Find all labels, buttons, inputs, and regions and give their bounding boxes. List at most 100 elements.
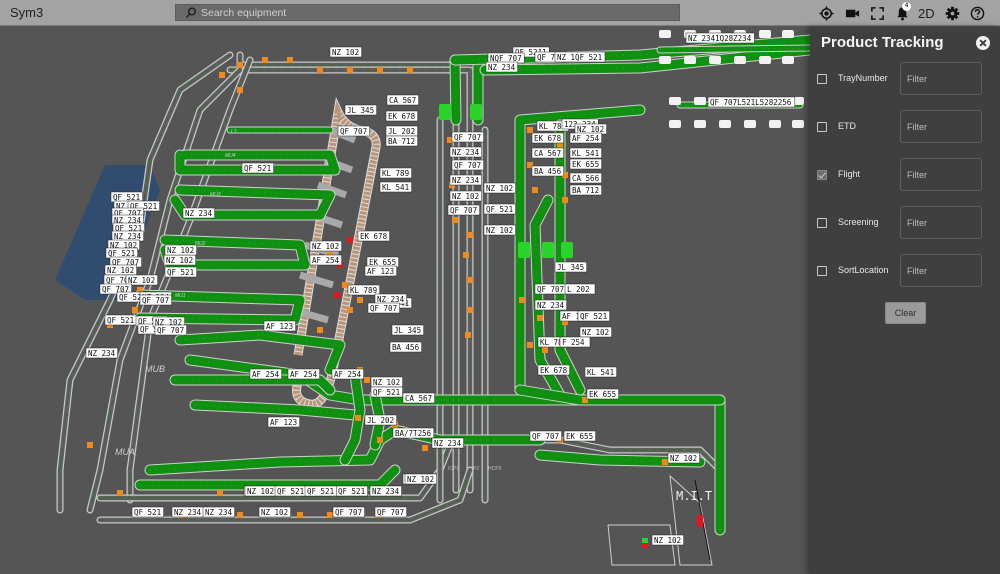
screening-machine-4[interactable] (561, 242, 573, 258)
screening-checkbox[interactable] (817, 218, 827, 228)
tray-18[interactable] (132, 307, 138, 313)
flight-tag[interactable]: AF 254 (309, 254, 342, 266)
etd-checkbox[interactable] (817, 122, 827, 132)
flight-tag[interactable]: NZ 102 (651, 534, 684, 546)
flight-tag[interactable]: EK 655 (366, 256, 399, 268)
gate-d-0[interactable] (669, 97, 681, 105)
flight-tag[interactable]: BA 712 (385, 135, 418, 147)
flight-tag[interactable]: EK 655 (586, 388, 619, 400)
gate-b-5[interactable] (782, 30, 794, 38)
tray-42[interactable] (527, 342, 533, 348)
flight-tag[interactable]: QF 521 (104, 314, 137, 326)
traynumber-filter-input[interactable] (900, 62, 982, 95)
flight-tag[interactable]: AF 254 (249, 368, 282, 380)
gate-c-5[interactable] (792, 120, 804, 128)
flight-tag[interactable]: QF 707 (337, 125, 370, 137)
flight-tag[interactable]: QF 707 (154, 324, 187, 336)
flight-tag[interactable]: NZ 234 (374, 293, 407, 305)
tray-8[interactable] (219, 72, 225, 78)
flight-tag[interactable]: CA 567 (386, 94, 419, 106)
screening-machine-0[interactable] (439, 104, 451, 120)
flight-tag[interactable]: EK 678 (357, 230, 390, 242)
flight-tag[interactable]: AF 123 (263, 320, 296, 332)
flight-tag[interactable]: QF 707L521L5282256 (707, 96, 796, 108)
gate-a-1[interactable] (684, 56, 696, 64)
tray-13[interactable] (463, 252, 469, 258)
conveyor-pier-1[interactable] (657, 45, 810, 53)
tray-15[interactable] (467, 307, 473, 313)
gate-d-1[interactable] (694, 97, 706, 105)
flight-tag[interactable]: NZ 102 (574, 123, 607, 135)
tray-23[interactable] (237, 512, 243, 518)
flight-tag[interactable]: CA 567 (531, 147, 564, 159)
tray-2[interactable] (287, 57, 293, 63)
flight-tag[interactable]: QF 521 (241, 162, 274, 174)
search-input[interactable] (201, 5, 671, 20)
flight-tag[interactable]: JL 202 (385, 125, 418, 137)
flight-tag[interactable]: JL 345 (391, 324, 424, 336)
flight-tag[interactable]: NZ 234 (182, 207, 215, 219)
flight-tag[interactable]: QF 521 (110, 191, 143, 203)
flight-tag[interactable]: JL 202 (364, 414, 397, 426)
flight-tag[interactable]: NZ 234 (534, 299, 567, 311)
flight-tag[interactable]: QF 521 (274, 485, 307, 497)
flight-tag[interactable]: NZ 102 (258, 506, 291, 518)
flight-tag[interactable]: NZ 102 (164, 244, 197, 256)
flight-tag[interactable]: NZ 2341Q28Z234 (685, 32, 755, 44)
flight-checkbox[interactable] (817, 170, 827, 180)
flight-tag[interactable]: EK 655 (563, 430, 596, 442)
flight-tag[interactable]: NZ 102 (483, 182, 516, 194)
tray-21[interactable] (87, 442, 93, 448)
flight-tag[interactable]: QF 521 (483, 203, 516, 215)
flight-tag[interactable]: KL 789 (379, 167, 412, 179)
flight-tag[interactable]: NZ 102 (309, 240, 342, 252)
flight-tag[interactable]: NZ 102 (370, 376, 403, 388)
flight-tag[interactable]: QF 707 (447, 204, 480, 216)
alarm-tray-2[interactable] (334, 292, 340, 298)
tray-5[interactable] (377, 67, 383, 73)
gate-c-1[interactable] (694, 120, 706, 128)
flight-tag[interactable]: QF 707 (451, 131, 484, 143)
fullscreen-button[interactable] (869, 5, 885, 21)
flight-tag[interactable]: NZ 102 (244, 485, 277, 497)
tray-52[interactable] (355, 415, 361, 421)
conveyor-layout[interactable]: MUBMUAMU1MU2MU3MU4L1ICP1 P2 HCP3M.I.TNZ 10… (0, 27, 810, 574)
flight-tag[interactable]: EK 678 (385, 110, 418, 122)
screening-filter-input[interactable] (900, 206, 982, 239)
help-button[interactable] (969, 5, 985, 21)
tray-38[interactable] (562, 197, 568, 203)
flight-tag[interactable]: NZ 102 (163, 254, 196, 266)
tray-11[interactable] (452, 217, 458, 223)
flight-tag[interactable]: QF 521 (105, 247, 138, 259)
flight-tag[interactable]: QF 707 (332, 506, 365, 518)
flight-tag[interactable]: NZ 234 (485, 61, 518, 73)
flight-tag[interactable]: L 202 (564, 283, 596, 295)
flight-tag[interactable]: BA 456 (531, 165, 564, 177)
tray-14[interactable] (467, 277, 473, 283)
flight-tag[interactable]: NZ 234 (449, 174, 482, 186)
tray-16[interactable] (465, 332, 471, 338)
flight-tag[interactable]: NZ 102 (329, 46, 362, 58)
screening-machine-2[interactable] (518, 242, 530, 258)
gate-a-0[interactable] (659, 56, 671, 64)
flight-filter-input[interactable] (900, 158, 982, 191)
flight-tag[interactable]: KL 541 (569, 147, 602, 159)
flight-tag[interactable]: NQF 707 (487, 52, 525, 64)
flight-tag[interactable]: NZ 234 (171, 506, 204, 518)
etd-filter-input[interactable] (900, 110, 982, 143)
flight-tag[interactable]: NZ 1QF 521 (554, 51, 606, 63)
flight-tag[interactable]: JL 345 (554, 261, 587, 273)
tray-25[interactable] (327, 512, 333, 518)
flight-tag[interactable]: QF 521 (577, 310, 610, 322)
clear-filters-button[interactable]: Clear (885, 302, 926, 324)
tray-32[interactable] (422, 445, 428, 451)
tray-53[interactable] (377, 437, 383, 443)
flight-tag[interactable]: QF 707 (367, 302, 400, 314)
flight-tag[interactable]: AF 254 (331, 368, 364, 380)
gate-a-5[interactable] (782, 56, 794, 64)
flight-tag[interactable]: JL 345 (344, 104, 377, 116)
flight-tag[interactable]: NZ 234 (369, 485, 402, 497)
flight-tag[interactable]: QF 521 (304, 485, 337, 497)
gate-c-2[interactable] (719, 120, 731, 128)
tray-56[interactable] (317, 327, 323, 333)
